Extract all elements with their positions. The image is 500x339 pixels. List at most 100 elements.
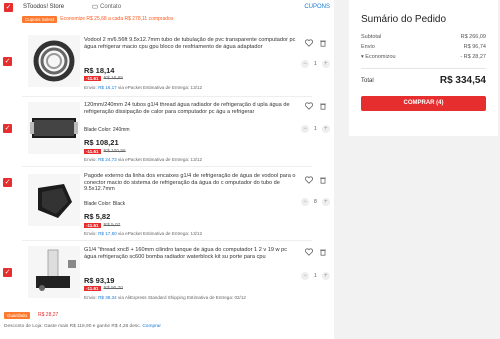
- cart-item: ✓ G1/4 "thread xnc8 + 160mm cilindro tan…: [0, 242, 334, 306]
- item-checkbox[interactable]: ✓: [3, 268, 12, 277]
- item-checkbox[interactable]: ✓: [3, 124, 12, 133]
- item-price: R$ 5,82: [84, 212, 111, 221]
- chat-icon: [92, 4, 98, 9]
- savings-row[interactable]: ▾ Economizou - R$ 28,27: [361, 54, 486, 60]
- increase-qty-button[interactable]: +: [321, 125, 330, 133]
- item-title[interactable]: Vodool 2 m/6.56ft 9.5x12.7mm tubo de tub…: [84, 37, 296, 50]
- ship-amount: R$ 17,50: [98, 231, 117, 236]
- trash-icon[interactable]: [319, 102, 327, 110]
- subtotal-label: Subtotal: [361, 34, 382, 40]
- item-checkbox[interactable]: ✓: [3, 57, 12, 66]
- divider: [22, 166, 312, 167]
- item-specs: Blade Color: Black: [84, 201, 126, 207]
- qty-value[interactable]: 1: [314, 61, 317, 67]
- discount-line: -11.61 R$ 16,65: [84, 76, 123, 81]
- total-value: R$ 334,54: [439, 75, 486, 86]
- qty-value[interactable]: 1: [314, 273, 317, 279]
- product-image[interactable]: [28, 174, 80, 226]
- shipping-value: R$ 96,74: [463, 44, 486, 50]
- item-specs: Blade Color: 240mm: [84, 127, 130, 133]
- item-title[interactable]: 120mm/240mm 24 tubos g1/4 thread água ra…: [84, 102, 296, 115]
- item-price: R$ 108,21: [84, 138, 119, 147]
- total-label: Total: [361, 77, 374, 84]
- cupons-link[interactable]: CUPONS: [304, 4, 330, 10]
- trash-icon[interactable]: [319, 39, 327, 47]
- product-image[interactable]: [28, 246, 80, 298]
- product-image[interactable]: [28, 102, 80, 154]
- wishlist-icon[interactable]: [305, 248, 313, 256]
- item-actions: [305, 39, 327, 47]
- ship-amount: R$ 38,34: [98, 295, 117, 300]
- shipping-row: Envio R$ 96,74: [361, 44, 486, 50]
- old-price: R$ 100,56: [103, 149, 126, 154]
- decrease-qty-button[interactable]: −: [301, 272, 309, 280]
- savings-line: Guardado R$ 28,27: [0, 309, 334, 321]
- store-discount-label: Desconto de Loja:: [4, 324, 43, 329]
- cart-panel: ✓ SToodos! Store Contato CUPONS Cupons S…: [0, 0, 334, 339]
- increase-qty-button[interactable]: +: [321, 272, 330, 280]
- savings-label: Economizou: [365, 54, 396, 60]
- cart-item: ✓ Pagode externo da linha dos encaixes g…: [0, 168, 334, 238]
- buy-more-link[interactable]: Comprar: [142, 324, 161, 329]
- ship-suffix: via ePacket Estimativa de Entrega: 13/12: [118, 85, 203, 90]
- summary-title: Sumário do Pedido: [361, 14, 447, 25]
- decrease-qty-button[interactable]: −: [301, 60, 309, 68]
- order-summary: Sumário do Pedido Subtotal R$ 266,09 Env…: [349, 0, 498, 136]
- cart-item: ✓ Vodool 2 m/6.56ft 9.5x12.7mm tubo de t…: [0, 33, 334, 95]
- discount-badge: -11.61: [84, 76, 101, 81]
- shipping-info: Envio: R$ 17,50 via ePacket Estimativa d…: [84, 231, 202, 236]
- shipping-info: Envio: R$ 38,34 via AliExpress Standard …: [84, 295, 246, 300]
- store-header: ✓ SToodos! Store Contato CUPONS: [0, 0, 334, 14]
- discount-badge: -11.61: [84, 286, 101, 291]
- ship-suffix: via ePacket Estimativa de Entrega: 13/12: [118, 157, 203, 162]
- product-image[interactable]: [28, 35, 80, 87]
- ship-amount: R$ 24,73: [98, 157, 117, 162]
- contact-link[interactable]: Contato: [92, 4, 121, 10]
- buy-button[interactable]: COMPRAR (4): [361, 96, 486, 111]
- subtotal-value: R$ 266,09: [460, 34, 486, 40]
- increase-qty-button[interactable]: +: [321, 60, 330, 68]
- quantity-stepper: − 1 +: [301, 60, 330, 68]
- decrease-qty-button[interactable]: −: [301, 125, 309, 133]
- item-title[interactable]: Pagode externo da linha dos encaixes g1/…: [84, 173, 296, 193]
- summary-divider: [361, 68, 486, 69]
- store-checkbox[interactable]: ✓: [4, 2, 13, 12]
- item-checkbox[interactable]: ✓: [3, 178, 12, 187]
- discount-badge: -11.61: [84, 149, 101, 154]
- contact-label: Contato: [100, 4, 122, 10]
- trash-icon[interactable]: [319, 248, 327, 256]
- ship-amount: R$ 16,17: [98, 85, 117, 90]
- coupon-tag: Cupons Select: [22, 15, 58, 23]
- increase-qty-button[interactable]: +: [321, 198, 330, 206]
- ship-suffix: via AliExpress Standard Shipping Estimat…: [118, 295, 246, 300]
- discount-badge: -11.61: [84, 223, 101, 228]
- cart-item: ✓ 120mm/240mm 24 tubos g1/4 thread água …: [0, 98, 334, 162]
- ship-prefix: Envio:: [84, 295, 97, 300]
- saved-amount: R$ 28,27: [38, 312, 59, 318]
- qty-value[interactable]: 8: [314, 199, 317, 205]
- subtotal-row: Subtotal R$ 266,09: [361, 34, 486, 40]
- store-discount-text: Gaste mais R$ 118,90 e ganhe R$ 4,28 des…: [44, 324, 141, 329]
- shipping-info: Envio: R$ 16,17 via ePacket Estimativa d…: [84, 85, 202, 90]
- old-price: R$ 90,70: [103, 286, 123, 291]
- wishlist-icon[interactable]: [305, 39, 313, 47]
- ship-prefix: Envio:: [84, 157, 97, 162]
- item-title[interactable]: G1/4 "thread xnc8 + 160mm cilindro tanqu…: [84, 247, 296, 260]
- item-actions: [305, 176, 327, 184]
- store-name[interactable]: SToodos! Store: [23, 4, 64, 10]
- discount-line: -11.61 R$ 100,56: [84, 149, 126, 154]
- decrease-qty-button[interactable]: −: [301, 198, 309, 206]
- qty-value[interactable]: 1: [314, 126, 317, 132]
- wishlist-icon[interactable]: [305, 102, 313, 110]
- savings-label-wrap: ▾ Economizou: [361, 54, 396, 60]
- discount-line: -11.61 R$ 5,07: [84, 223, 120, 228]
- item-actions: [305, 102, 327, 110]
- store-discount-line: Desconto de Loja: Gaste mais R$ 118,90 e…: [4, 324, 161, 329]
- old-price: R$ 16,65: [103, 76, 123, 81]
- savings-value: - R$ 28,27: [460, 54, 486, 60]
- coupon-row: Cupons Select Economize R$ 25,68 a cada …: [0, 14, 334, 24]
- divider: [22, 96, 312, 97]
- wishlist-icon[interactable]: [305, 176, 313, 184]
- trash-icon[interactable]: [319, 176, 327, 184]
- item-actions: [305, 248, 327, 256]
